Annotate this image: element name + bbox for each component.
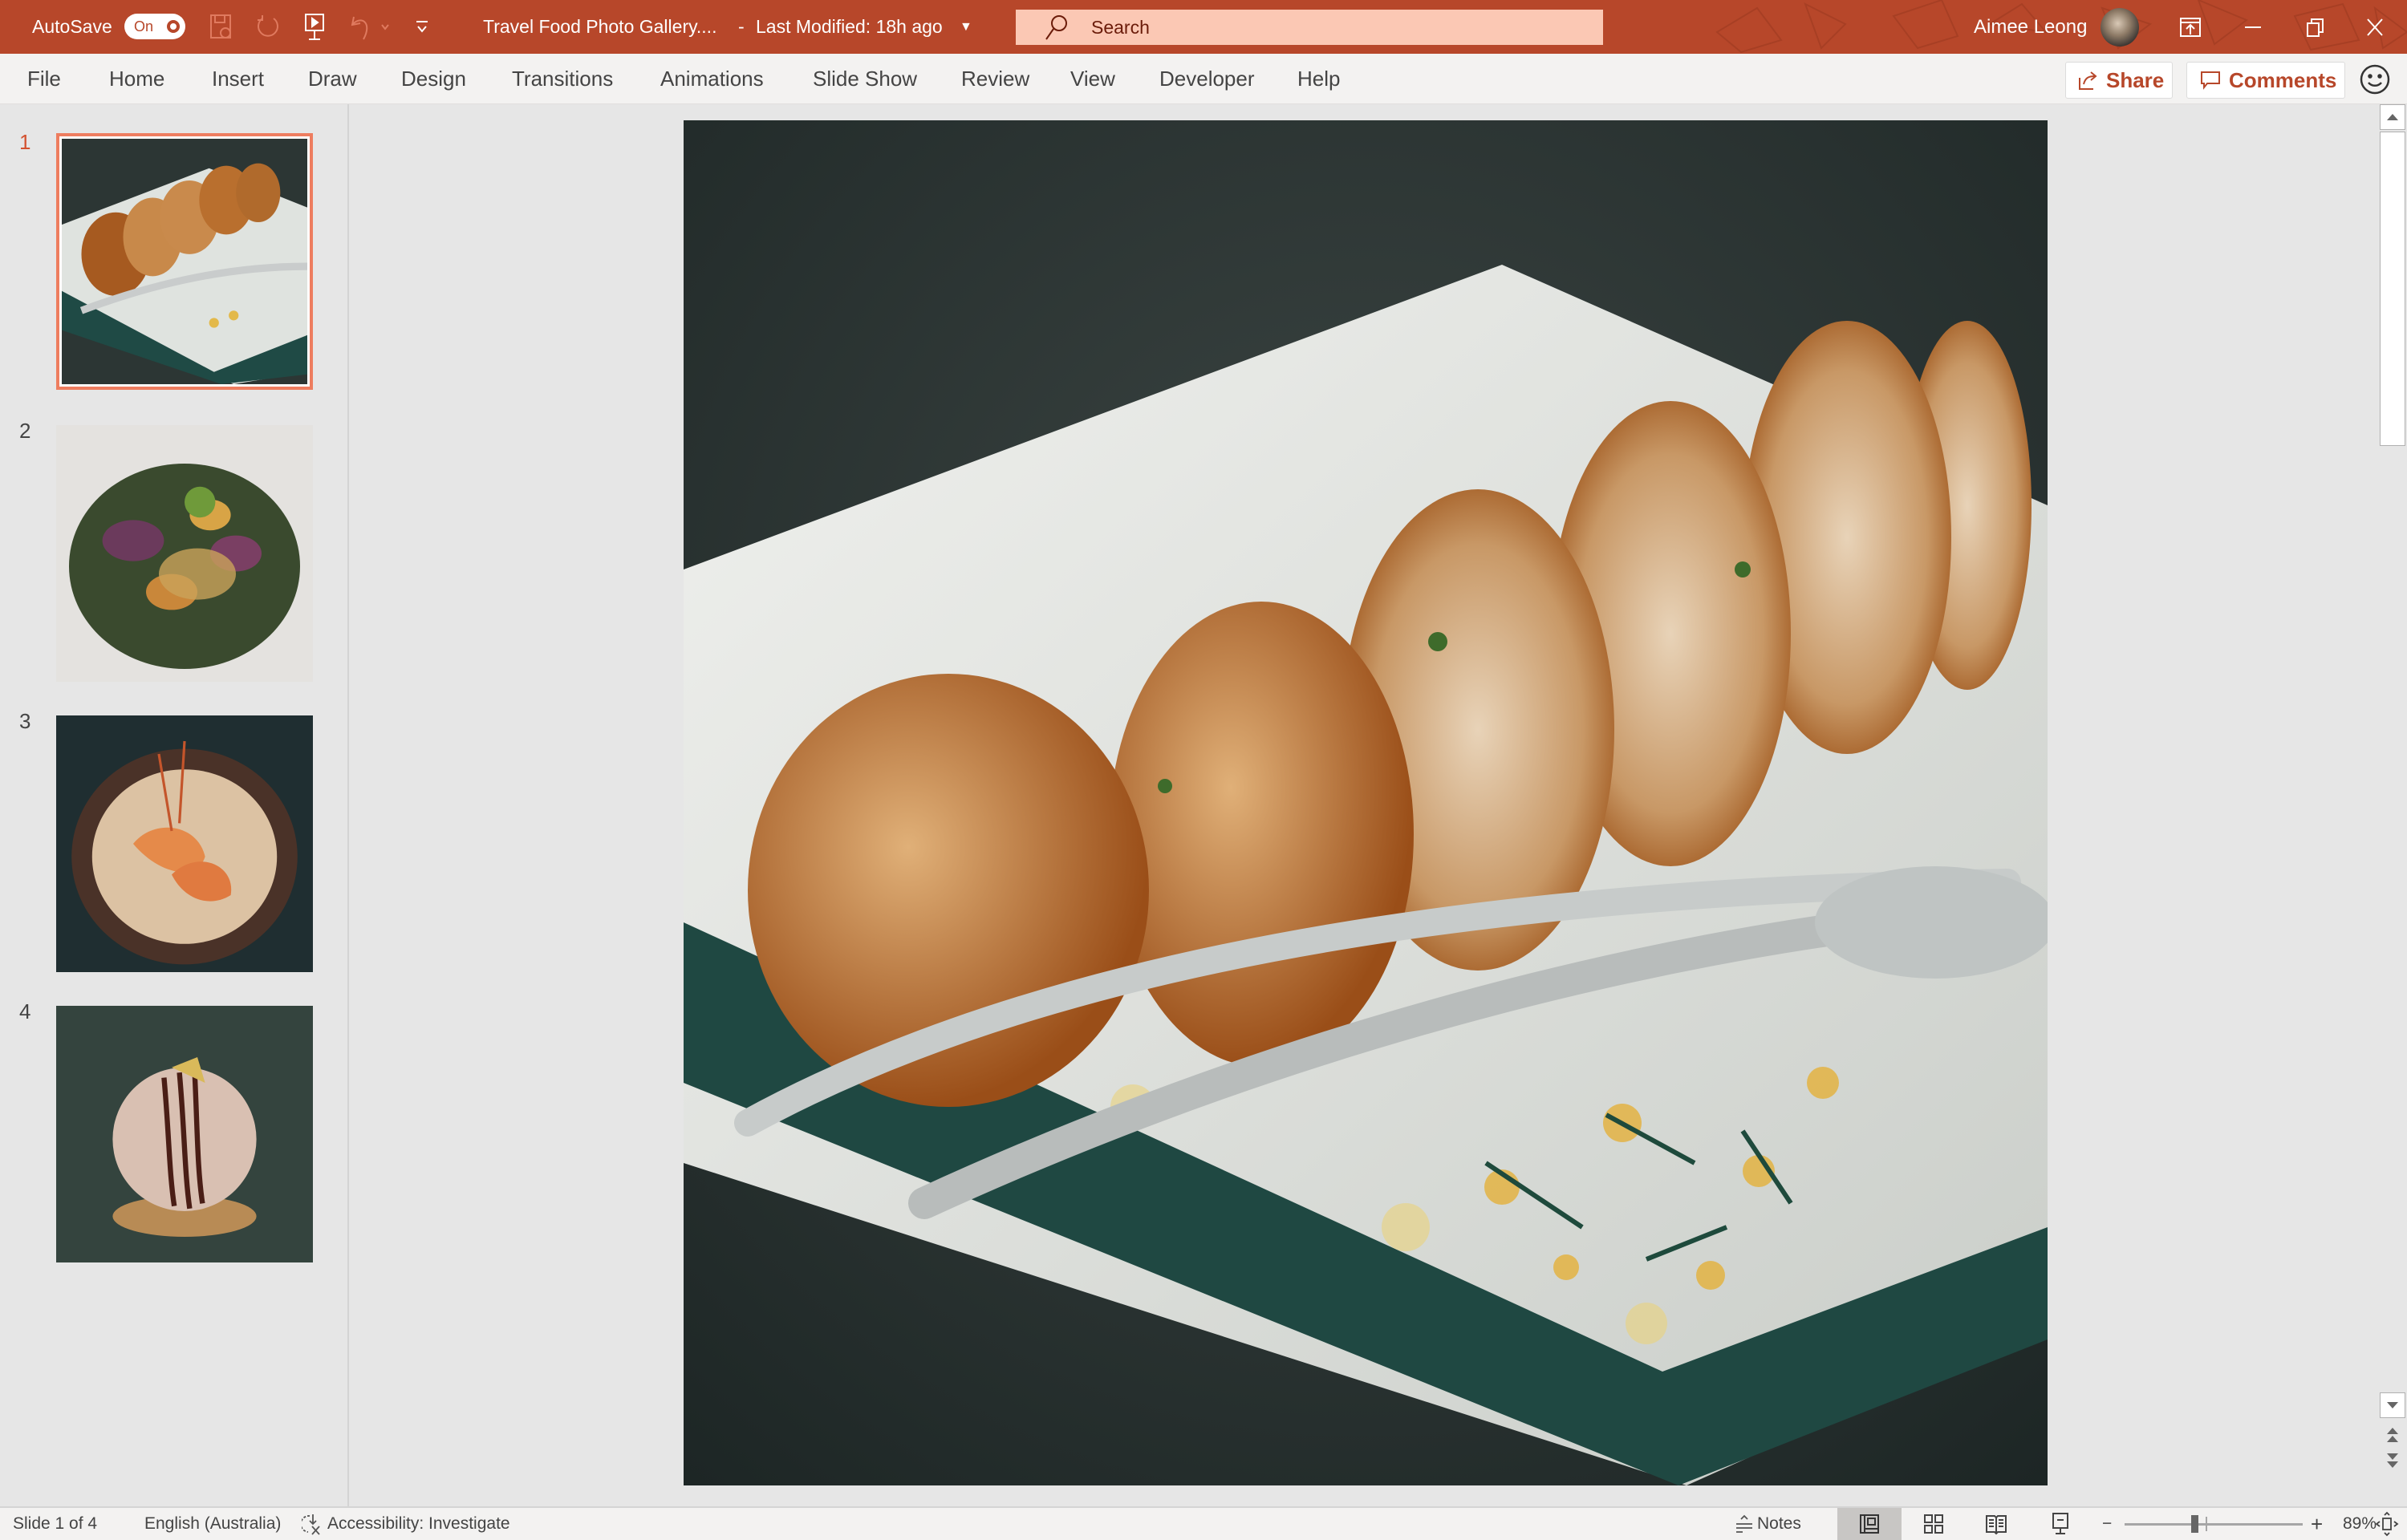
arrow-down-icon [2386,1401,2399,1409]
slide-thumbnail-1[interactable] [56,133,313,390]
slide-thumbnail-3[interactable] [56,715,313,972]
tab-review[interactable]: Review [961,54,1029,104]
slide-thumbnails-pane: 1 2 3 [0,104,349,1506]
zoom-slider-track[interactable] [2125,1523,2303,1526]
scroll-up-button[interactable] [2380,104,2405,130]
next-slide-button[interactable] [2385,1452,2401,1469]
thumbnail-number: 2 [19,419,30,444]
double-arrow-down-icon [2385,1452,2401,1469]
title-separator: - [738,0,745,54]
slide-show-icon [2049,1512,2072,1536]
comments-label: Comments [2229,68,2336,93]
slide-1[interactable] [684,120,2048,1485]
tab-design[interactable]: Design [401,54,466,104]
tab-view[interactable]: View [1070,54,1115,104]
tab-home[interactable]: Home [109,54,164,104]
thumbnail-image-fried-rolls [62,139,307,384]
autosave-label: AutoSave [32,0,112,54]
undo-icon[interactable] [347,13,375,42]
accessibility-checker[interactable]: Accessibility: Investigate [302,1508,510,1540]
zoom-in-button[interactable]: + [2311,1508,2323,1540]
thumbnail-image-ice-cream [56,1006,313,1262]
tab-insert[interactable]: Insert [212,54,264,104]
save-icon[interactable] [207,13,236,42]
tab-transitions[interactable]: Transitions [512,54,613,104]
share-icon [2077,70,2098,91]
scroll-down-button[interactable] [2380,1392,2405,1418]
comment-icon [2200,70,2221,91]
toggle-knob [167,20,180,33]
redo-icon[interactable] [254,13,282,42]
zoom-level[interactable]: 89% [2343,1508,2377,1540]
status-bar: Slide 1 of 4 English (Australia) Accessi… [0,1506,2407,1540]
slide-thumbnail-4[interactable] [56,1006,313,1262]
slide-sorter-icon [1922,1513,1945,1535]
notes-button[interactable]: Notes [1735,1508,1801,1540]
slide-sorter-button[interactable] [1902,1508,1966,1540]
accessibility-label: Accessibility: Investigate [327,1514,510,1534]
vertical-scrollbar[interactable] [2380,104,2407,1506]
reading-view-icon [1985,1513,2007,1535]
thumbnail-number: 3 [19,709,30,734]
restore-icon[interactable] [2283,0,2348,54]
search-icon [1045,14,1069,41]
fit-slide-button[interactable] [2375,1508,2399,1540]
caret-down-icon[interactable]: ▼ [960,0,972,54]
reading-view-button[interactable] [1964,1508,2028,1540]
ribbon-display-options-icon[interactable] [2158,0,2222,54]
thumbnail-image-prawn-curry [56,715,313,972]
undo-dropdown-icon[interactable] [377,13,393,42]
previous-slide-button[interactable] [2385,1426,2401,1444]
present-from-start-icon[interactable] [300,13,329,42]
slide-editing-canvas [351,104,2377,1506]
minimize-icon[interactable] [2221,0,2285,54]
document-title[interactable]: Travel Food Photo Gallery.... [483,0,716,54]
ribbon-tabs: File Home Insert Draw Design Transitions… [0,54,2407,104]
tab-help[interactable]: Help [1297,54,1340,104]
arrow-up-icon [2386,113,2399,121]
thumbnail-number: 1 [19,130,30,155]
language-indicator[interactable]: English (Australia) [144,1508,281,1540]
share-button[interactable]: Share [2065,62,2173,99]
zoom-slider-center-tick [2206,1517,2207,1531]
tab-file[interactable]: File [27,54,61,104]
tab-developer[interactable]: Developer [1159,54,1255,104]
customize-qat-icon[interactable] [408,13,436,42]
thumbnail-number: 4 [19,999,30,1024]
fit-to-window-icon [2375,1511,2399,1537]
tab-animations[interactable]: Animations [660,54,764,104]
smiley-feedback-icon[interactable] [2359,63,2391,95]
slide-position: Slide 1 of 4 [13,1508,97,1540]
double-arrow-up-icon [2385,1426,2401,1444]
close-icon[interactable] [2343,0,2407,54]
search-box[interactable]: Search [1016,10,1603,45]
thumbnail-image-sweet-potato-salad [56,425,313,682]
tab-draw[interactable]: Draw [308,54,357,104]
title-bar: AutoSave On Travel Food Photo Gallery...… [0,0,2407,54]
slide-thumbnail-2[interactable] [56,425,313,682]
avatar[interactable] [2101,8,2139,47]
user-name[interactable]: Aimee Leong [1974,0,2087,54]
comments-button[interactable]: Comments [2186,62,2345,99]
autosave-state: On [134,18,153,35]
last-modified[interactable]: Last Modified: 18h ago [756,0,943,54]
zoom-out-button[interactable]: − [2102,1508,2112,1540]
slide-photo-fried-rolls [684,120,2048,1485]
normal-view-icon [1858,1513,1881,1535]
normal-view-button[interactable] [1837,1508,1902,1540]
slide-show-button[interactable] [2028,1508,2092,1540]
search-placeholder: Search [1091,17,1150,38]
autosave-toggle[interactable]: On [124,14,185,39]
share-label: Share [2106,68,2164,93]
accessibility-icon [302,1513,323,1535]
notes-label: Notes [1757,1514,1801,1534]
scrollbar-thumb[interactable] [2380,132,2405,446]
zoom-slider-thumb[interactable] [2191,1515,2198,1533]
tab-slide-show[interactable]: Slide Show [813,54,917,104]
notes-icon [1735,1514,1754,1534]
